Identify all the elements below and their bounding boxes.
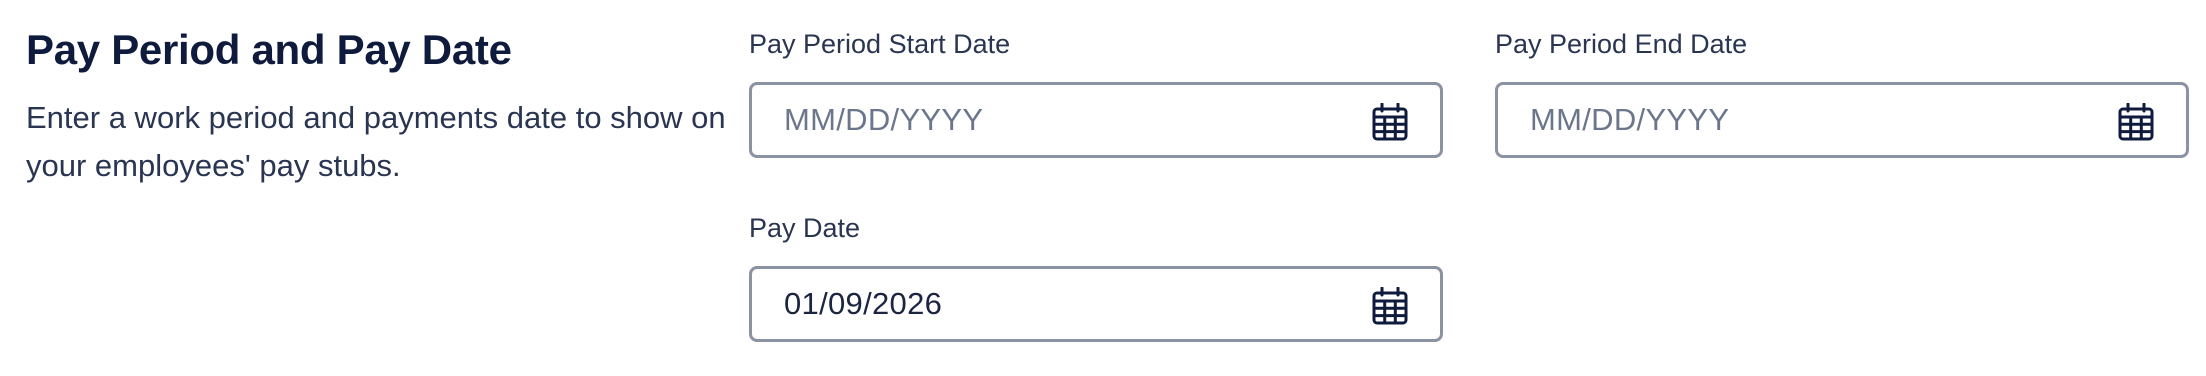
pay-period-end-label: Pay Period End Date (1495, 29, 1748, 59)
calendar-icon[interactable] (1372, 287, 1408, 325)
pay-date-input-box[interactable] (749, 266, 1443, 342)
pay-period-start-input-box[interactable] (749, 82, 1443, 158)
calendar-icon[interactable] (1372, 103, 1408, 141)
pay-period-end-field: Pay Period End Date (1495, 26, 2189, 162)
pay-period-section: Pay Period and Pay Date Enter a work per… (0, 0, 2206, 376)
section-description: Enter a work period and payments date to… (26, 100, 726, 183)
pay-date-field: Pay Date (749, 210, 1443, 346)
section-title: Pay Period and Pay Date (26, 26, 512, 73)
pay-date-label: Pay Date (749, 213, 861, 243)
calendar-icon[interactable] (2118, 103, 2154, 141)
pay-period-start-input[interactable] (784, 85, 1344, 155)
section-intro: Pay Period and Pay Date Enter a work per… (26, 20, 726, 190)
pay-period-end-input[interactable] (1530, 85, 2090, 155)
pay-period-start-field: Pay Period Start Date (749, 26, 1443, 162)
pay-period-start-label: Pay Period Start Date (749, 29, 1011, 59)
pay-period-end-input-box[interactable] (1495, 82, 2189, 158)
pay-date-input[interactable] (784, 269, 1344, 339)
